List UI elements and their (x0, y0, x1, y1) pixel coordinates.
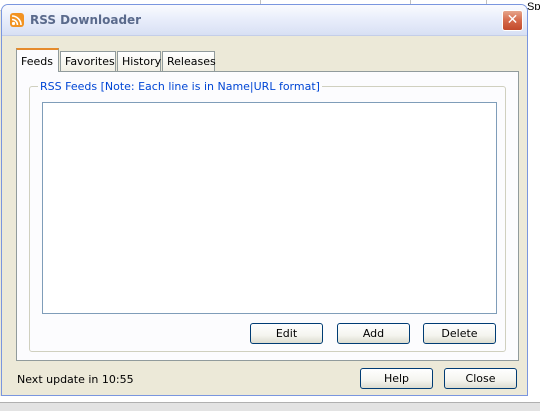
rss-icon (10, 13, 24, 27)
help-button[interactable]: Help (360, 368, 433, 389)
tab-releases[interactable]: Releases (162, 51, 216, 71)
add-button[interactable]: Add (337, 323, 410, 344)
close-button[interactable]: Close (444, 368, 517, 389)
close-icon: ✕ (506, 12, 519, 28)
feeds-tab-panel: RSS Feeds [Note: Each line is in Name|UR… (16, 71, 519, 361)
delete-button[interactable]: Delete (423, 323, 496, 344)
tab-label: History (122, 55, 162, 68)
window-title: RSS Downloader (30, 13, 142, 27)
tab-label: Releases (167, 55, 216, 68)
edit-button[interactable]: Edit (250, 323, 323, 344)
tab-favorites[interactable]: Favorites (60, 51, 116, 71)
feeds-textarea[interactable] (42, 102, 497, 314)
tab-label: Feeds (21, 55, 53, 68)
rss-downloader-dialog: RSS Downloader ✕ Feeds Favorites History… (1, 4, 528, 396)
background-right-area (527, 10, 540, 410)
tab-history[interactable]: History (117, 51, 161, 71)
close-window-button[interactable]: ✕ (502, 10, 523, 31)
rss-feeds-group: RSS Feeds [Note: Each line is in Name|UR… (29, 80, 506, 352)
rss-feeds-group-label: RSS Feeds [Note: Each line is in Name|UR… (38, 80, 322, 93)
title-bar[interactable]: RSS Downloader ✕ (2, 5, 527, 36)
tab-label: Favorites (65, 55, 115, 68)
next-update-status: Next update in 10:55 (17, 373, 134, 386)
tab-feeds[interactable]: Feeds (16, 48, 59, 72)
